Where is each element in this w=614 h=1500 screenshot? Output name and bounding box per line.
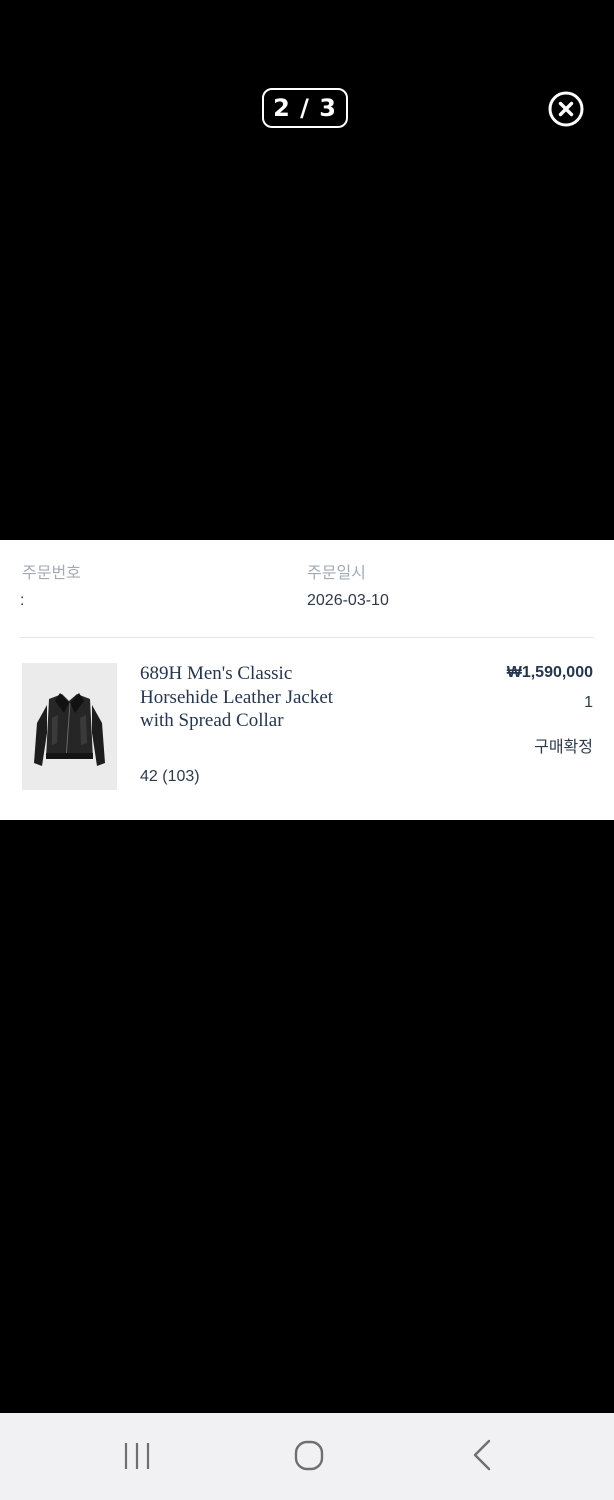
back-button[interactable] bbox=[461, 1435, 505, 1479]
product-image[interactable] bbox=[22, 663, 117, 790]
product-name[interactable]: 689H Men's Classic Horsehide Leather Jac… bbox=[140, 662, 340, 733]
order-number-value: : bbox=[20, 592, 25, 609]
order-card: 주문번호 : 주문일시 2026-03-10 689H Men's Classi… bbox=[0, 540, 614, 820]
close-circle-icon bbox=[548, 91, 584, 127]
leather-jacket-image bbox=[22, 663, 117, 790]
product-quantity: 1 bbox=[584, 694, 593, 711]
product-price: ₩1,590,000 bbox=[506, 664, 593, 681]
close-button[interactable] bbox=[548, 91, 584, 127]
divider bbox=[20, 637, 594, 638]
recent-apps-icon bbox=[124, 1443, 150, 1469]
order-status: 구매확정 bbox=[534, 737, 593, 756]
order-date-label: 주문일시 bbox=[307, 563, 366, 582]
page-counter: 2 / 3 bbox=[262, 88, 348, 128]
recent-apps-button[interactable] bbox=[115, 1435, 159, 1479]
product-option: 42 (103) bbox=[140, 768, 200, 785]
order-date-value: 2026-03-10 bbox=[307, 592, 389, 609]
back-icon bbox=[473, 1439, 491, 1471]
order-number-label: 주문번호 bbox=[22, 563, 81, 582]
home-button[interactable] bbox=[287, 1435, 331, 1479]
home-icon bbox=[294, 1440, 324, 1471]
image-viewer: 2 / 3 주문번호 : 주문일시 2026-03-10 689H Men's … bbox=[0, 0, 614, 1413]
system-nav-bar bbox=[0, 1413, 614, 1500]
